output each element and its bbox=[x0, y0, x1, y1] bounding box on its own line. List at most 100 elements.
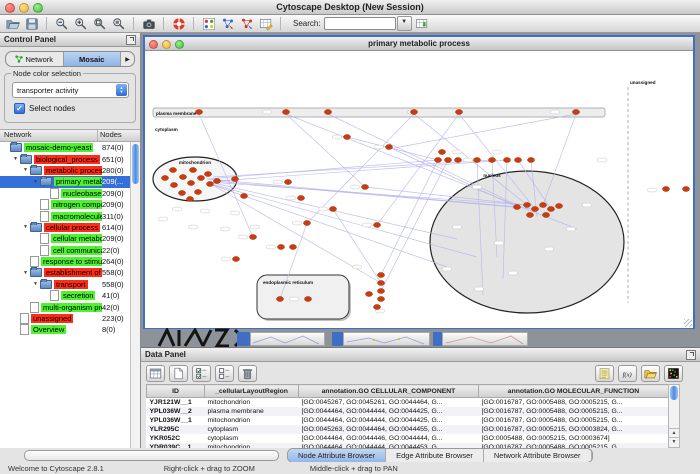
tree-row[interactable]: macromolecule311(0) bbox=[0, 210, 140, 221]
graph-node[interactable] bbox=[205, 172, 212, 177]
table-cell[interactable]: [GO:0016787, GO:0005215, GO:0003824, G..… bbox=[479, 425, 669, 434]
tree-row[interactable]: mosaic-demo-yeast874(0) bbox=[0, 142, 140, 153]
table-cell[interactable]: [GO:0016787, GO:0005488, GO:0005215, G..… bbox=[479, 407, 669, 416]
graph-node[interactable] bbox=[683, 187, 690, 192]
tree-scrollbar[interactable]: ▲▼ bbox=[130, 142, 140, 460]
trash-icon[interactable] bbox=[238, 365, 257, 382]
tree-row[interactable]: ▼biological_process651(0) bbox=[0, 153, 140, 164]
table-edit-icon[interactable] bbox=[257, 16, 274, 31]
graph-node[interactable] bbox=[233, 257, 240, 262]
graph-node[interactable] bbox=[187, 197, 194, 202]
table-cell[interactable]: [GO:0016787, GO:0005488, GO:0005215, G..… bbox=[479, 416, 669, 425]
graph-node[interactable] bbox=[556, 204, 563, 209]
close-button[interactable] bbox=[5, 3, 15, 13]
expand-triangle-icon[interactable]: ▼ bbox=[23, 270, 30, 276]
network-window-title-bar[interactable]: primary metabolic process bbox=[145, 37, 693, 51]
open-icon[interactable] bbox=[4, 16, 21, 31]
graph-node[interactable] bbox=[445, 158, 452, 163]
color-attribute-dropdown[interactable]: transporter activity ▲▼ bbox=[12, 82, 129, 98]
expand-triangle-icon[interactable]: ▼ bbox=[33, 281, 40, 287]
expand-triangle-icon[interactable]: ▼ bbox=[13, 156, 20, 162]
attribute-list-icon[interactable] bbox=[595, 365, 614, 382]
tab-node-attribute-browser[interactable]: Node Attribute Browser bbox=[288, 449, 386, 462]
table-row[interactable]: YPL036W__1mitochondrion[GO:0044464, GO:0… bbox=[147, 416, 669, 425]
deselect-all-icon[interactable] bbox=[215, 365, 234, 382]
graph-node[interactable] bbox=[277, 297, 284, 302]
graph-node[interactable] bbox=[241, 194, 248, 199]
tree-row[interactable]: ▼primary metabo209(... bbox=[0, 176, 140, 187]
table-scrollbar[interactable]: ▲ ▼ bbox=[668, 384, 680, 448]
graph-node[interactable] bbox=[170, 168, 177, 173]
graph-node[interactable] bbox=[663, 187, 670, 192]
table-cell[interactable]: [GO:0045263, GO:0044464, GO:0044455, G..… bbox=[299, 425, 479, 434]
graph-node[interactable] bbox=[190, 168, 197, 173]
tab-network-attribute-browser[interactable]: Network Attribute Browser bbox=[484, 449, 592, 462]
graph-node[interactable] bbox=[196, 110, 203, 115]
graph-node[interactable] bbox=[435, 158, 442, 163]
frame-close-button[interactable] bbox=[149, 40, 158, 49]
table-cell[interactable]: YPL036W__1 bbox=[147, 416, 205, 425]
graph-node[interactable] bbox=[378, 273, 385, 278]
graph-node[interactable] bbox=[456, 110, 463, 115]
tree-scrollbar-thumb[interactable] bbox=[132, 144, 139, 184]
graph-node[interactable] bbox=[362, 185, 369, 190]
table-cell[interactable]: cytoplasm bbox=[205, 425, 299, 434]
graph-node[interactable] bbox=[304, 221, 311, 226]
graph-node[interactable] bbox=[411, 110, 418, 115]
table-cell[interactable]: [GO:0044464, GO:0044444, GO:0044425, G..… bbox=[299, 416, 479, 425]
graph-node[interactable] bbox=[298, 196, 305, 201]
table-column-header[interactable]: _cellularLayoutRegion bbox=[205, 385, 299, 398]
table-cell[interactable]: YPL036W__2 bbox=[147, 407, 205, 416]
table-column-header[interactable]: annotation.GO CELLULAR_COMPONENT bbox=[299, 385, 479, 398]
graph-node[interactable] bbox=[285, 180, 292, 185]
graph-node[interactable] bbox=[524, 203, 531, 208]
snapshot-icon[interactable] bbox=[140, 16, 157, 31]
table-cell[interactable]: [GO:0045267, GO:0045261, GO:0044464, G..… bbox=[299, 398, 479, 408]
graph-node[interactable] bbox=[325, 110, 332, 115]
tab-network[interactable]: Network bbox=[6, 52, 64, 66]
graph-node[interactable] bbox=[527, 213, 534, 218]
attribute-table[interactable]: ID_cellularLayoutRegionannotation.GO CEL… bbox=[146, 384, 669, 452]
graph-node[interactable] bbox=[378, 289, 385, 294]
graph-node[interactable] bbox=[290, 245, 297, 250]
import-attributes-icon[interactable] bbox=[641, 365, 660, 382]
graph-node[interactable] bbox=[532, 207, 539, 212]
import-table-icon[interactable] bbox=[414, 16, 431, 31]
zoom-out-icon[interactable] bbox=[53, 16, 70, 31]
graph-node[interactable] bbox=[330, 207, 337, 212]
minimized-window[interactable] bbox=[237, 332, 250, 346]
table-cell[interactable]: cytoplasm bbox=[205, 434, 299, 443]
graph-node[interactable] bbox=[474, 158, 481, 163]
table-row[interactable]: YJR121W__1mitochondrion[GO:0045267, GO:0… bbox=[147, 398, 669, 408]
graph-node[interactable] bbox=[232, 177, 239, 182]
search-input[interactable] bbox=[324, 17, 396, 30]
graph-node[interactable] bbox=[548, 207, 555, 212]
graph-edge[interactable] bbox=[213, 160, 492, 177]
table-cell[interactable]: [GO:0005488, GO:0005215, GO:0003674] bbox=[479, 434, 669, 443]
tree-row[interactable]: ▼transport558(0) bbox=[0, 279, 140, 290]
network-window[interactable]: primary metabolic process plasma membran… bbox=[143, 35, 695, 329]
table-scrollbar-thumb[interactable] bbox=[670, 386, 678, 400]
zoom-selected-icon[interactable] bbox=[110, 16, 127, 31]
table-cell[interactable]: mitochondrion bbox=[205, 416, 299, 425]
zoom-in-icon[interactable] bbox=[72, 16, 89, 31]
minimized-window[interactable] bbox=[250, 332, 325, 346]
graph-node[interactable] bbox=[374, 305, 381, 310]
graph-node[interactable] bbox=[188, 181, 195, 186]
graph-edge[interactable] bbox=[217, 160, 507, 181]
table-cell[interactable]: [GO:0044464, GO:0044446, GO:0044444, G..… bbox=[299, 434, 479, 443]
tree-row[interactable]: nucleobase-209(0) bbox=[0, 188, 140, 199]
graph-node[interactable] bbox=[540, 203, 547, 208]
graph-node[interactable] bbox=[278, 245, 285, 250]
search-dropdown-button[interactable]: ▼ bbox=[397, 16, 412, 31]
table-cell[interactable]: YKR052C bbox=[147, 434, 205, 443]
table-cell[interactable]: mitochondrion bbox=[205, 398, 299, 408]
graph-edge[interactable] bbox=[307, 114, 414, 223]
minimize-button[interactable] bbox=[19, 3, 29, 13]
tree-row[interactable]: ▼establishment of lo558(0) bbox=[0, 267, 140, 278]
expand-triangle-icon[interactable]: ▼ bbox=[23, 224, 30, 230]
graph-node[interactable] bbox=[455, 158, 462, 163]
tree-row[interactable]: cellular metabo209(0) bbox=[0, 233, 140, 244]
tree-row[interactable]: unassigned223(0) bbox=[0, 313, 140, 324]
graph-node[interactable] bbox=[179, 191, 186, 196]
